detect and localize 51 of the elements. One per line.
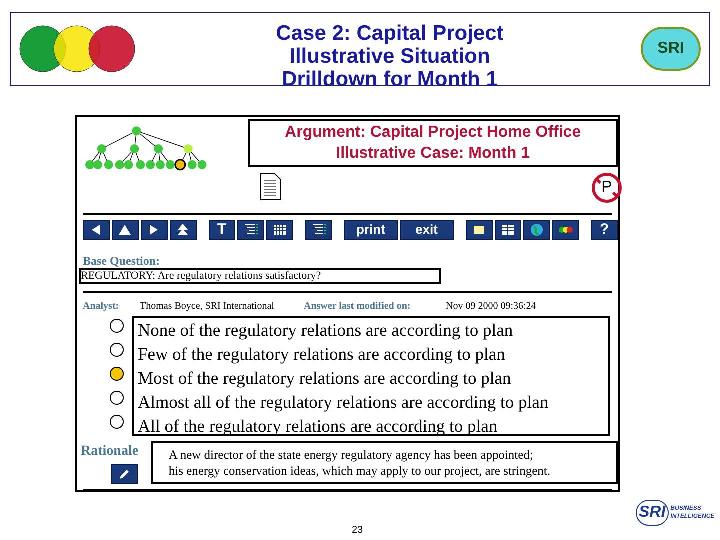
toolbar-button[interactable]	[83, 220, 110, 240]
radio-button[interactable]	[110, 343, 124, 357]
toolbar-button[interactable]: print	[344, 220, 398, 240]
option-label: All of the regulatory relations are according to plan	[138, 415, 499, 438]
option-label: Few of the regulatory relations are according to plan	[138, 343, 506, 366]
note-icon	[472, 223, 486, 237]
no-entry-sign-icon: P	[592, 173, 622, 203]
rationale-text: A new director of the state energy regulatory agency has been appointed; his energy conservation ideas, which may apply to our project, are stringent.	[150, 441, 618, 484]
toolbar-button[interactable]	[552, 220, 580, 240]
pencil-icon	[118, 468, 130, 480]
toolbar-button[interactable]	[494, 220, 522, 240]
toolbar-button[interactable]	[305, 220, 332, 240]
rationale-label: Rationale	[81, 443, 140, 461]
analyst-name: Thomas Boyce, SRI International	[140, 300, 276, 314]
columns-icon	[500, 223, 515, 237]
radio-button[interactable]	[110, 415, 124, 429]
toolbar-button[interactable]	[170, 220, 197, 240]
toolbar-button[interactable]	[140, 220, 168, 240]
toolbar-button[interactable]: T	[208, 220, 236, 240]
globe-icon	[530, 223, 544, 237]
toolbar-button[interactable]	[523, 220, 550, 240]
option-label: Almost all of the regulatory relations are according to plan	[138, 391, 550, 414]
edit-button[interactable]	[111, 464, 138, 484]
document-icon	[260, 173, 282, 201]
radio-button[interactable]	[110, 391, 124, 405]
slide-title-line: Drilldown for Month 1	[282, 68, 498, 90]
argument-title: Argument: Capital Project Home Office Illustrative Case: Month 1	[248, 119, 618, 167]
toolbar-button[interactable]: exit	[400, 220, 454, 240]
list-lines-icon	[312, 223, 326, 237]
slide-title-line: Case 2: Capital Project	[276, 22, 504, 44]
option-label: None of the regulatory relations are according to plan	[138, 319, 514, 342]
grid-icon	[272, 223, 287, 237]
analyst-label: Analyst:	[83, 300, 120, 314]
slide-title-line: Illustrative Situation	[290, 44, 490, 68]
modified-timestamp: Nov 09 2000 09:36:24	[446, 300, 536, 314]
option-label: Most of the regulatory relations are according to plan	[138, 367, 512, 390]
double-up-arrow-icon	[176, 223, 190, 237]
up-arrow-icon	[118, 223, 132, 237]
base-question-field: REGULATORY: Are regulatory relations satisfactory?	[79, 268, 441, 284]
modified-label: Answer last modified on:	[304, 300, 412, 314]
toolbar-button[interactable]	[237, 220, 264, 240]
toolbar-button[interactable]	[466, 220, 493, 240]
toolbar-button[interactable]: ?	[591, 220, 618, 240]
toolbar-button[interactable]	[266, 220, 294, 240]
base-question-label: Base Question:	[83, 254, 162, 268]
radio-button[interactable]	[110, 319, 124, 333]
toolbar-button[interactable]	[112, 220, 139, 240]
radio-button[interactable]	[110, 367, 124, 381]
badge-initials: SRI	[658, 39, 684, 59]
page-number: 23	[352, 524, 364, 538]
list-lines-icon	[244, 223, 258, 237]
